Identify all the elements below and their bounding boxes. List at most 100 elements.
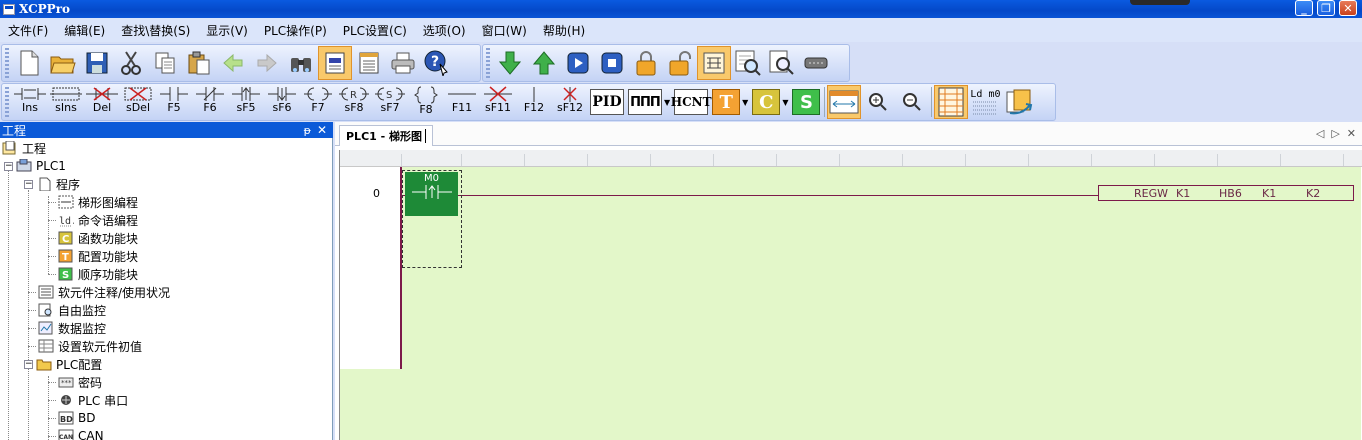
delete-row-button[interactable]: sDel: [120, 83, 156, 121]
counter-c-button[interactable]: C: [752, 89, 781, 115]
tree-item-plc-serial[interactable]: PLC 串口: [58, 391, 128, 409]
hline-button[interactable]: F11: [444, 83, 480, 121]
back-button[interactable]: [216, 46, 250, 80]
vline-button[interactable]: F12: [516, 83, 552, 121]
menu-help[interactable]: 帮助(H): [535, 22, 593, 39]
print-button[interactable]: [386, 46, 420, 80]
pid-button[interactable]: PID: [590, 89, 624, 115]
toolbar-grip[interactable]: [5, 48, 9, 78]
fit-width-button[interactable]: [827, 85, 862, 119]
menu-plc-settings[interactable]: PLC设置(C): [335, 22, 415, 39]
tree-item-data-monitor[interactable]: 数据监控: [38, 319, 106, 337]
reset-coil-button[interactable]: RsF8: [336, 83, 372, 121]
tree-item-function-block[interactable]: C 函数功能块: [58, 229, 138, 247]
new-file-button[interactable]: [12, 46, 46, 80]
menu-find-replace[interactable]: 查找\替换(S): [113, 22, 198, 39]
unlock-button[interactable]: [663, 46, 697, 80]
paste-button[interactable]: [182, 46, 216, 80]
menu-options[interactable]: 选项(O): [415, 22, 474, 39]
timer-t-button[interactable]: T: [712, 89, 741, 115]
zoom-in-button[interactable]: [861, 85, 895, 119]
tree-item-plc-config[interactable]: − PLC配置: [24, 355, 102, 373]
tree-item-bd[interactable]: BD BD: [58, 409, 95, 427]
toolbar-grip[interactable]: [5, 87, 9, 117]
tab-ladder[interactable]: PLC1 - 梯形图: [339, 125, 434, 146]
list-view-button[interactable]: [352, 46, 386, 80]
tab-next-icon[interactable]: ▷: [1331, 127, 1339, 140]
upload-button[interactable]: [527, 46, 561, 80]
menu-window[interactable]: 窗口(W): [474, 22, 535, 39]
run-button[interactable]: [561, 46, 595, 80]
set-coil-button[interactable]: SsF7: [372, 83, 408, 121]
tree-item-config-block[interactable]: T 配置功能块: [58, 247, 138, 265]
find-button[interactable]: [284, 46, 318, 80]
download-button[interactable]: [493, 46, 527, 80]
hcnt-button[interactable]: HCNT: [671, 89, 712, 115]
collapse-icon[interactable]: −: [4, 161, 13, 171]
dropdown-arrow-icon[interactable]: ▼: [742, 98, 748, 107]
tab-strip: PLC1 - 梯形图 ◁ ▷ ✕: [335, 122, 1362, 146]
menu-plc-operation[interactable]: PLC操作(P): [256, 22, 335, 39]
panel-close-icon[interactable]: ✕: [317, 123, 327, 137]
comm-port-button[interactable]: [799, 46, 833, 80]
tree-item-device-init[interactable]: 设置软元件初值: [38, 337, 142, 355]
tree-item-password[interactable]: *** 密码: [58, 373, 102, 391]
sequence-s-button[interactable]: S: [792, 89, 821, 115]
tree-item-free-monitor[interactable]: 自由监控: [38, 301, 106, 319]
ladder-mode-button[interactable]: [697, 46, 731, 80]
monitor-view-button[interactable]: [731, 46, 765, 80]
dropdown-arrow-icon[interactable]: ▼: [782, 98, 788, 107]
dropdown-arrow-icon[interactable]: ▼: [664, 98, 670, 107]
instruction-block[interactable]: REGW K1 HB6 K1 K2: [1098, 185, 1354, 201]
lock-button[interactable]: [629, 46, 663, 80]
copy-button[interactable]: [148, 46, 182, 80]
stop-button[interactable]: [595, 46, 629, 80]
forward-button[interactable]: [250, 46, 284, 80]
toolbar-grip[interactable]: [486, 48, 490, 78]
ladder-grid-button[interactable]: [934, 85, 969, 119]
coil-button[interactable]: F7: [300, 83, 336, 121]
no-contact-button[interactable]: F5: [156, 83, 192, 121]
collapse-icon[interactable]: −: [24, 179, 33, 189]
convert-button[interactable]: [1002, 85, 1036, 119]
delete-button[interactable]: Del: [84, 83, 120, 121]
tab-prev-icon[interactable]: ◁: [1316, 127, 1324, 140]
insert-row-button[interactable]: sIns: [48, 83, 84, 121]
menu-edit[interactable]: 编辑(E): [56, 22, 113, 39]
fall-contact-button[interactable]: sF6: [264, 83, 300, 121]
restore-button[interactable]: ❐: [1317, 0, 1335, 16]
close-button[interactable]: ✕: [1339, 0, 1357, 16]
ladder-view-button[interactable]: [318, 46, 352, 80]
open-button[interactable]: [46, 46, 80, 80]
instruction-button[interactable]: F8: [408, 83, 444, 121]
tree-item-plc1[interactable]: − PLC1: [4, 157, 66, 175]
tree-item-ladder-programming[interactable]: 梯形图编程: [58, 193, 138, 211]
tree-item-device-comments[interactable]: 软元件注释/使用状况: [38, 283, 170, 301]
tab-close-icon[interactable]: ✕: [1347, 127, 1356, 140]
menu-view[interactable]: 显示(V): [198, 22, 256, 39]
delete-hline-button[interactable]: sF11: [480, 83, 516, 121]
cut-button[interactable]: [114, 46, 148, 80]
insert-button[interactable]: Ins: [12, 83, 48, 121]
binoculars-icon: [291, 58, 311, 72]
pulse-button[interactable]: ΠΠΠ: [628, 89, 662, 115]
ld-m0-button[interactable]: Ld m0: [968, 85, 1002, 119]
zoom-out-button[interactable]: [895, 85, 929, 119]
preview-button[interactable]: [765, 46, 799, 80]
delete-vline-button[interactable]: sF12: [552, 83, 588, 121]
nc-contact-button[interactable]: F6: [192, 83, 228, 121]
tree-item-project[interactable]: 工程: [2, 139, 46, 157]
tree-item-can[interactable]: CAN CAN: [58, 427, 104, 440]
collapse-icon[interactable]: −: [24, 359, 33, 369]
tree-item-program[interactable]: − 程序: [24, 175, 80, 193]
pin-icon[interactable]: ᵽ: [304, 124, 311, 137]
help-button[interactable]: ?: [420, 46, 454, 80]
tree-item-sequence-block[interactable]: S 顺序功能块: [58, 265, 138, 283]
ladder-editor[interactable]: 0 M0 REGW K1 HB6 K1 K2: [339, 150, 1362, 440]
tree-item-instruction-programming[interactable]: ld. 命令语编程: [58, 211, 138, 229]
save-button[interactable]: [80, 46, 114, 80]
minimize-button[interactable]: _: [1295, 0, 1313, 16]
rise-contact-button[interactable]: sF5: [228, 83, 264, 121]
tree-line: [28, 346, 36, 347]
menu-file[interactable]: 文件(F): [0, 22, 56, 39]
